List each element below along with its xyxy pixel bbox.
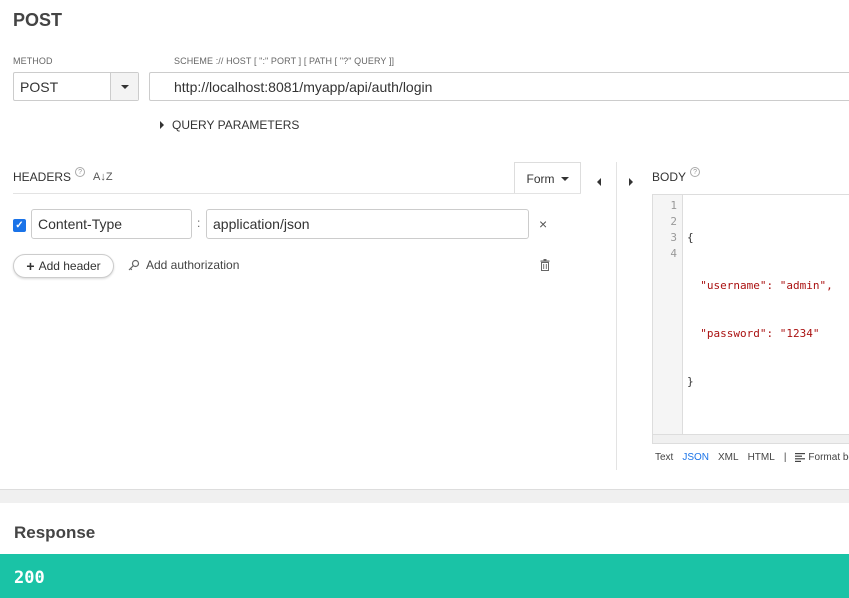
- header-key-input[interactable]: Content-Type: [31, 209, 192, 239]
- collapse-left-button[interactable]: [597, 173, 601, 191]
- headers-divider: [13, 193, 581, 194]
- header-enabled-checkbox[interactable]: ✓: [13, 219, 26, 232]
- code-line: }: [687, 375, 694, 388]
- page-title: POST: [13, 10, 63, 30]
- plus-icon: +: [26, 258, 35, 274]
- line-number: 3: [670, 231, 677, 244]
- method-dropdown-button[interactable]: [110, 73, 138, 100]
- url-label: SCHEME :// HOST [ ":" PORT ] [ PATH [ "?…: [174, 56, 395, 66]
- body-editor[interactable]: 1 2 3 4 { "username": "admin", "password…: [652, 194, 849, 444]
- headers-title: HEADERS ? A↓Z: [13, 167, 113, 184]
- code-line: {: [687, 231, 694, 244]
- header-colon: :: [197, 216, 201, 230]
- status-code: 200: [14, 568, 45, 588]
- query-parameters-toggle[interactable]: QUERY PARAMETERS: [160, 118, 299, 132]
- format-html[interactable]: HTML: [748, 452, 775, 463]
- response-title: Response: [14, 523, 96, 542]
- format-xml[interactable]: XML: [718, 452, 739, 463]
- headers-label: HEADERS: [13, 170, 72, 184]
- align-left-icon: [795, 453, 806, 462]
- editor-scrollbar[interactable]: [653, 434, 849, 443]
- url-input[interactable]: http://localhost:8081/myapp/api/auth/log…: [149, 72, 849, 101]
- line-number: 1: [670, 199, 677, 212]
- body-label: BODY: [652, 170, 687, 184]
- code-line: "username": "admin",: [687, 279, 833, 292]
- add-authorization-label: Add authorization: [146, 258, 240, 272]
- remove-header-icon[interactable]: ×: [539, 216, 547, 232]
- method-select[interactable]: POST: [13, 72, 139, 101]
- collapse-right-button[interactable]: [629, 173, 633, 191]
- add-authorization-button[interactable]: Add authorization: [128, 258, 239, 272]
- key-icon: [128, 259, 140, 271]
- help-icon[interactable]: ?: [75, 167, 86, 177]
- chevron-down-icon: [560, 176, 569, 181]
- section-separator: [0, 489, 849, 503]
- line-number: 2: [670, 215, 677, 228]
- method-value: POST: [20, 79, 59, 95]
- form-dropdown[interactable]: Form: [514, 162, 581, 194]
- panel-divider: [616, 162, 617, 470]
- caret-left-icon: [597, 178, 601, 186]
- status-bar: [0, 554, 849, 598]
- method-label: METHOD: [13, 56, 53, 66]
- caret-right-icon: [160, 121, 164, 129]
- format-json[interactable]: JSON: [682, 452, 709, 463]
- code-line: "password": "1234": [687, 327, 820, 340]
- body-format-bar: Text JSON XML HTML | Format body: [655, 452, 849, 463]
- sort-icon[interactable]: A↓Z: [93, 171, 113, 183]
- add-header-label: Add header: [38, 259, 101, 273]
- format-separator: |: [783, 452, 787, 463]
- form-label: Form: [526, 171, 555, 186]
- add-header-button[interactable]: + Add header: [13, 254, 114, 278]
- query-parameters-label: QUERY PARAMETERS: [172, 118, 300, 132]
- line-number: 4: [670, 247, 677, 260]
- format-body-button[interactable]: Format body: [795, 452, 849, 463]
- code-area[interactable]: { "username": "admin", "password": "1234…: [687, 198, 833, 422]
- line-number-gutter: 1 2 3 4: [653, 195, 683, 435]
- format-body-label: Format body: [808, 452, 849, 463]
- header-value-input[interactable]: application/json: [206, 209, 529, 239]
- trash-icon[interactable]: [540, 259, 550, 271]
- help-icon[interactable]: ?: [690, 167, 701, 177]
- format-text[interactable]: Text: [655, 452, 673, 463]
- caret-right-icon: [629, 178, 633, 186]
- body-title: BODY ?: [652, 167, 701, 184]
- chevron-down-icon: [120, 84, 129, 89]
